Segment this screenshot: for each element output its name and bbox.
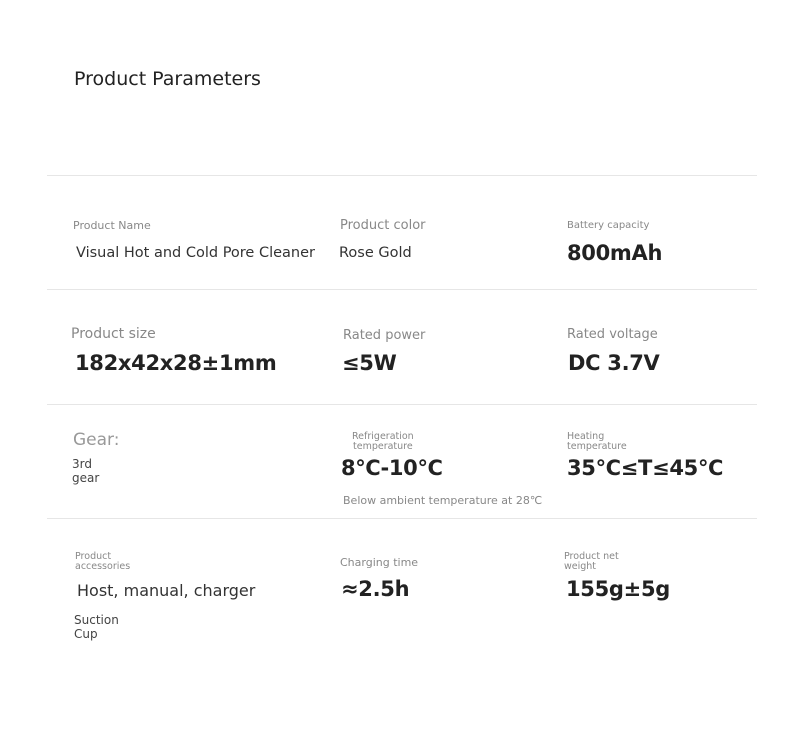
suction-cup-text: Suction Cup xyxy=(74,613,119,641)
product-size-value: 182x42x28±1mm xyxy=(75,351,277,375)
battery-capacity-value: 800mAh xyxy=(567,241,663,265)
rated-power-label: Rated power xyxy=(343,328,426,343)
refrigeration-temperature-value: 8℃-10℃ xyxy=(341,456,443,480)
divider xyxy=(47,175,757,176)
charging-time-label: Charging time xyxy=(340,556,419,569)
gear-value: 3rd gear xyxy=(72,457,100,485)
charging-time-value: ≈2.5h xyxy=(341,577,410,601)
rated-voltage-label: Rated voltage xyxy=(567,327,658,342)
product-accessories-label: Product accessories xyxy=(75,551,131,572)
product-color-label: Product color xyxy=(340,218,426,233)
product-accessories-value: Host, manual, charger xyxy=(77,581,256,600)
heating-temperature-value: 35℃≤T≤45℃ xyxy=(567,456,724,480)
rated-power-value: ≤5W xyxy=(342,351,397,375)
product-name-label: Product Name xyxy=(73,219,151,232)
product-color-value: Rose Gold xyxy=(339,245,412,261)
heating-temperature-label: Heating temperature xyxy=(567,431,627,452)
refrigeration-note: Below ambient temperature at 28℃ xyxy=(343,494,543,507)
battery-capacity-label: Battery capacity xyxy=(567,220,650,231)
divider xyxy=(47,518,757,519)
rated-voltage-value: DC 3.7V xyxy=(568,351,660,375)
product-name-value: Visual Hot and Cold Pore Cleaner xyxy=(76,245,315,261)
product-net-weight-label: Product net weight xyxy=(564,551,619,572)
refrigeration-temperature-label: Refrigeration temperature xyxy=(352,431,414,452)
divider xyxy=(47,289,757,290)
product-size-label: Product size xyxy=(71,326,156,342)
gear-label: Gear: xyxy=(73,430,120,450)
product-net-weight-value: 155g±5g xyxy=(566,577,671,601)
divider xyxy=(47,404,757,405)
page-title: Product Parameters xyxy=(74,68,261,90)
